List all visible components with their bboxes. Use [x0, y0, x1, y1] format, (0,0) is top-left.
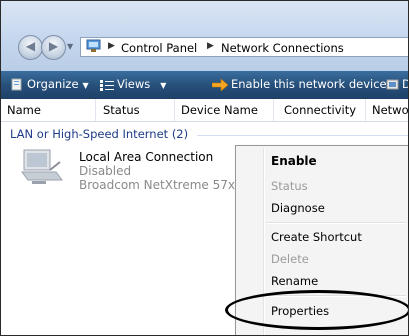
column-status[interactable]: Status [103, 103, 140, 117]
column-device-name[interactable]: Device Name [181, 103, 258, 117]
back-button[interactable]: ◀ [18, 35, 43, 60]
chevron-down-icon: ▼ [82, 81, 89, 90]
network-adapter-icon[interactable] [20, 148, 64, 188]
organize-button[interactable]: Organize ▼ [27, 77, 89, 91]
organize-label: Organize [27, 77, 79, 91]
breadcrumb-separator-icon: ▶ [108, 41, 115, 51]
column-headers: Name Status Device Name Connectivity Net… [1, 99, 408, 122]
column-network[interactable]: Netwo [372, 103, 408, 117]
column-divider[interactable] [273, 99, 274, 121]
column-divider[interactable] [365, 99, 366, 121]
toolbar: Organize ▼ Views ▼ Enable this network dev… [1, 71, 408, 99]
views-icon [100, 80, 114, 91]
breadcrumb-separator-icon: ▶ [207, 41, 214, 51]
title-bar: ◀ ▶ ▼ ▶ Control Panel ▶ Network Connecti… [1, 1, 408, 71]
group-header[interactable]: LAN or High-Speed Internet (2) [10, 127, 188, 141]
menu-item-delete[interactable]: Delete [271, 252, 309, 266]
breadcrumb-network-connections[interactable]: Network Connections [221, 41, 344, 55]
connection-name[interactable]: Local Area Connection [79, 150, 213, 164]
forward-button[interactable]: ▶ [41, 35, 66, 60]
menu-item-status[interactable]: Status [271, 179, 308, 193]
forward-arrow-icon: ▶ [48, 39, 59, 53]
organize-icon [11, 78, 22, 91]
diagnose-icon [386, 79, 399, 90]
menu-item-enable[interactable]: Enable [271, 154, 317, 168]
column-divider[interactable] [174, 99, 175, 121]
menu-separator [266, 222, 406, 224]
control-panel-icon [86, 39, 101, 52]
column-divider[interactable] [95, 99, 96, 121]
menu-item-rename[interactable]: Rename [271, 274, 318, 288]
history-dropdown-icon[interactable]: ▼ [67, 42, 73, 51]
connection-device: Broadcom NetXtreme 57xx ... [79, 178, 258, 192]
views-button[interactable]: Views ▼ [117, 77, 166, 91]
enable-arrow-icon [212, 79, 228, 91]
menu-item-create-shortcut[interactable]: Create Shortcut [271, 230, 362, 244]
enable-device-button[interactable]: Enable this network device [231, 77, 387, 91]
menu-item-diagnose[interactable]: Diagnose [271, 201, 325, 215]
address-bar[interactable]: ▶ Control Panel ▶ Network Connections [80, 37, 408, 57]
back-arrow-icon: ◀ [25, 39, 36, 53]
chevron-down-icon: ▼ [160, 81, 167, 90]
highlight-ellipse [225, 290, 408, 330]
views-label: Views [117, 77, 151, 91]
explorer-window: ◀ ▶ ▼ ▶ Control Panel ▶ Network Connecti… [0, 0, 409, 336]
next-toolbar-button[interactable]: D [402, 77, 408, 91]
connection-status: Disabled [79, 164, 132, 178]
breadcrumb-control-panel[interactable]: Control Panel [121, 41, 197, 55]
column-name[interactable]: Name [7, 103, 41, 117]
column-connectivity[interactable]: Connectivity [284, 103, 356, 117]
group-divider [197, 135, 408, 136]
